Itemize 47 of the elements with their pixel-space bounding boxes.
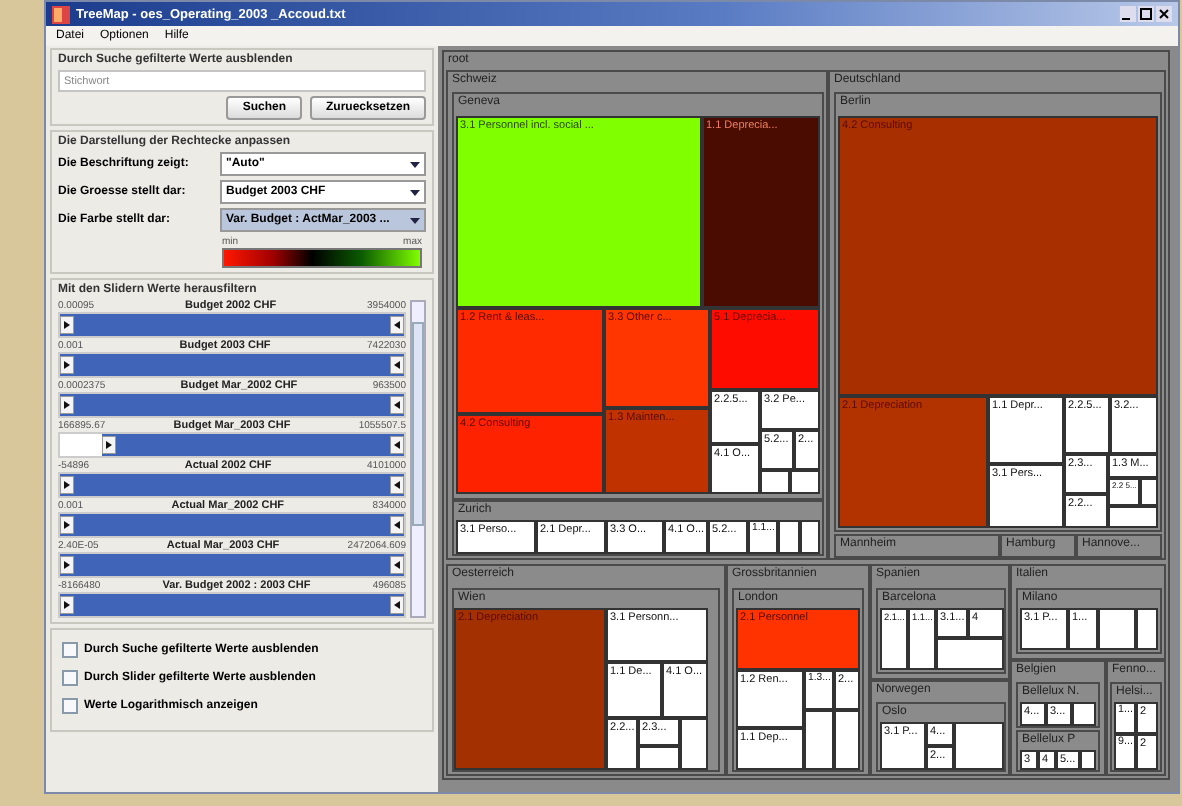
left-thumb-icon[interactable] (60, 476, 74, 494)
treemap-tile[interactable] (804, 710, 834, 770)
treemap-group[interactable] (442, 50, 1170, 780)
range-slider-fill[interactable] (101, 434, 404, 456)
treemap-tile[interactable] (638, 746, 680, 770)
right-thumb-icon[interactable] (390, 556, 404, 574)
treemap-tile[interactable] (1072, 702, 1096, 726)
right-thumb-icon[interactable] (390, 356, 404, 374)
right-thumb-icon[interactable] (390, 596, 404, 614)
left-thumb-icon[interactable] (60, 356, 74, 374)
treemap-tile[interactable] (1108, 506, 1158, 528)
left-thumb-icon[interactable] (60, 596, 74, 614)
minimize-icon[interactable] (1120, 6, 1136, 22)
treemap-tile[interactable] (954, 722, 1004, 770)
checkbox[interactable] (62, 670, 78, 686)
treemap-tile[interactable] (936, 638, 1004, 670)
right-thumb-icon[interactable] (390, 476, 404, 494)
caret-icon (410, 161, 420, 167)
app-icon (52, 5, 70, 23)
treemap-tile[interactable] (790, 470, 820, 494)
left-thumb-icon[interactable] (60, 396, 74, 414)
treemap-tile[interactable] (800, 520, 820, 554)
maximize-icon[interactable] (1138, 6, 1154, 22)
scrollbar[interactable] (410, 300, 426, 618)
right-thumb-icon[interactable] (390, 436, 404, 454)
caret-icon (410, 189, 420, 195)
left-thumb-icon[interactable] (60, 516, 74, 534)
left-thumb-icon[interactable] (60, 556, 74, 574)
right-thumb-icon[interactable] (390, 316, 404, 334)
treemap-tile[interactable] (834, 710, 860, 770)
left-thumb-icon[interactable] (101, 436, 116, 454)
treemap-tile[interactable] (1098, 608, 1136, 650)
treemap-tile[interactable] (1136, 608, 1158, 650)
treemap-tile[interactable] (778, 520, 800, 554)
treemap-group[interactable] (446, 70, 828, 560)
treemap-tile[interactable] (760, 470, 790, 494)
checkbox[interactable] (62, 698, 78, 714)
treemap-tile[interactable] (680, 718, 708, 770)
treemap-tile[interactable] (1080, 750, 1096, 770)
right-thumb-icon[interactable] (390, 516, 404, 534)
range-slider-track[interactable] (58, 432, 406, 458)
checkbox[interactable] (62, 642, 78, 658)
treemap-tile[interactable] (1140, 478, 1158, 506)
caret-icon (410, 217, 420, 223)
right-thumb-icon[interactable] (390, 396, 404, 414)
close-icon[interactable] (1156, 6, 1172, 22)
left-thumb-icon[interactable] (60, 316, 74, 334)
